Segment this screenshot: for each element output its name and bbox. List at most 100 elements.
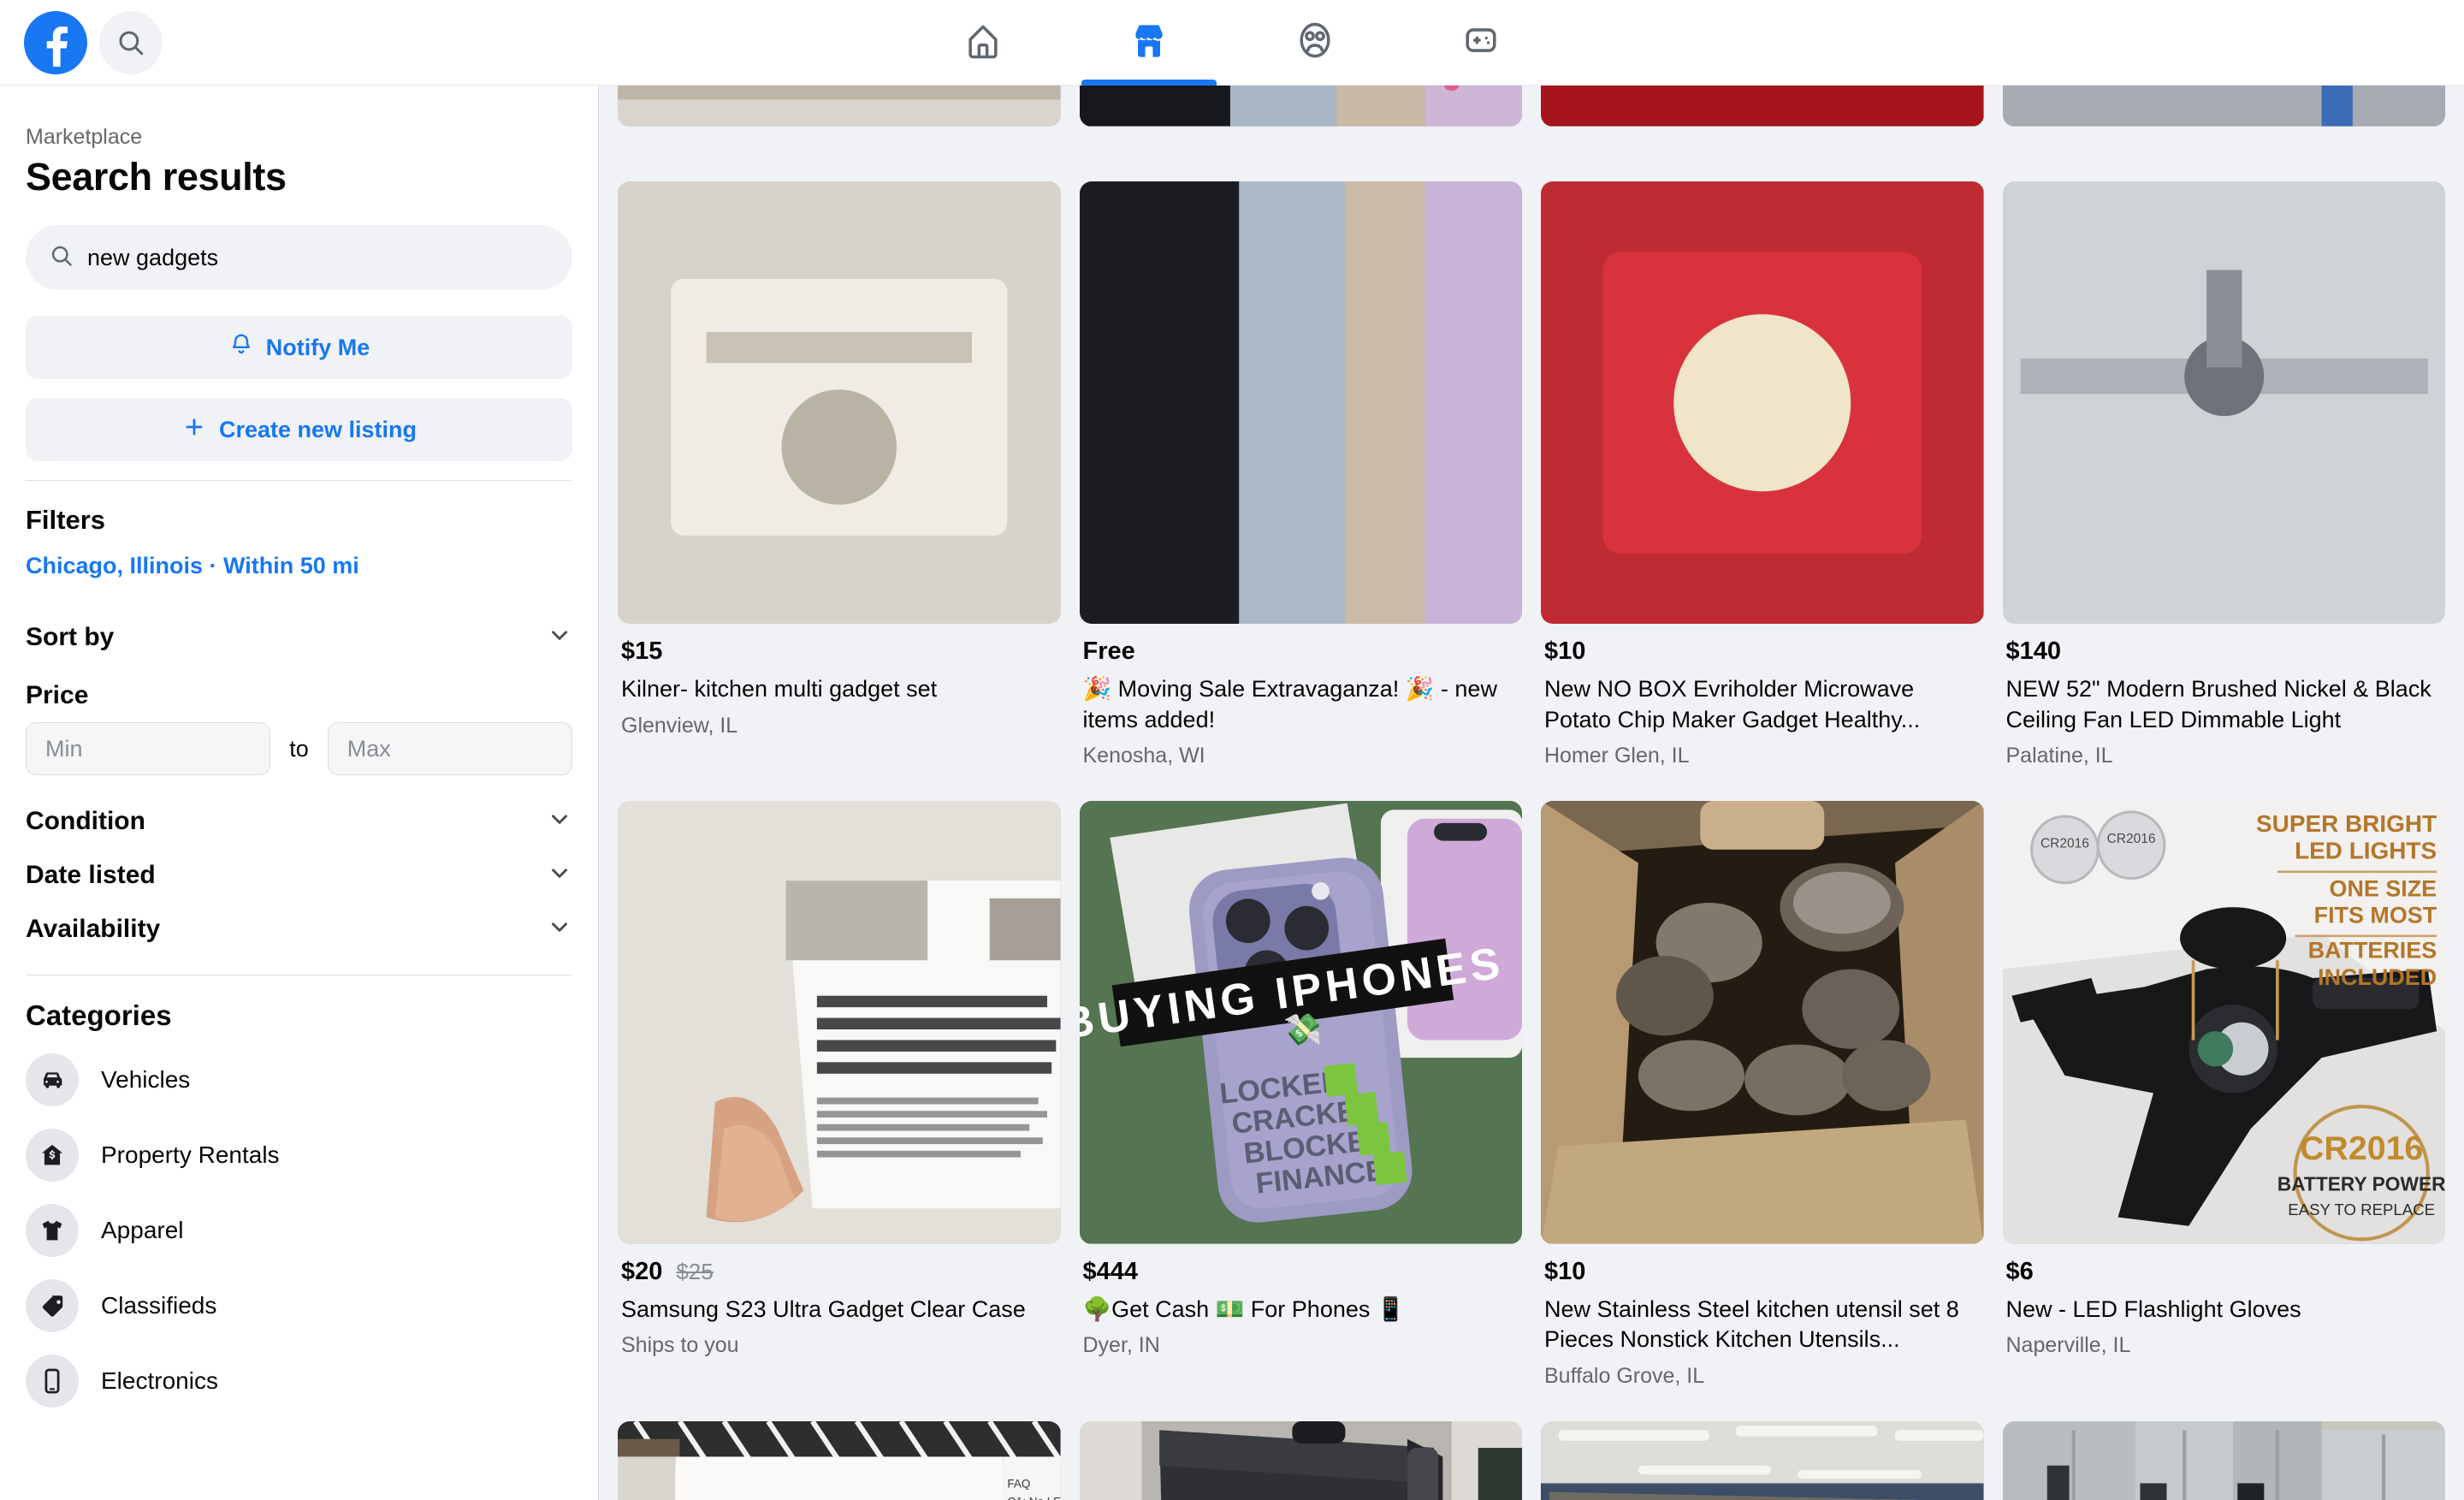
svg-text:Q1: No LED: Q1: No LED — [1007, 1495, 1060, 1500]
category-item-classifieds[interactable]: Classifieds — [26, 1268, 572, 1343]
page-title: Search results — [26, 155, 287, 199]
car-icon — [26, 1053, 79, 1106]
svg-text:BATTERIES: BATTERIES — [2307, 938, 2436, 963]
filter-date-listed[interactable]: Date listed — [26, 848, 572, 902]
search-marketplace-box[interactable] — [26, 225, 572, 290]
dethatcher-box-image: SWIPE SMITH Dethatcher and Scarifier 5 H… — [1541, 1421, 1984, 1500]
tshirt-icon — [26, 1204, 79, 1257]
listing-card[interactable]: CR2016 CR2016 SUPER BRIGHT LED LIGHTS ON… — [2002, 801, 2446, 1421]
category-item-property-rentals[interactable]: Property Rentals — [26, 1118, 572, 1193]
partial-image-red — [1541, 86, 1984, 127]
listing-info: Free 🎉 Moving Sale Extravaganza! 🎉 - new… — [1080, 624, 1523, 801]
listing-info: $6 New - LED Flashlight Gloves Napervill… — [2003, 1244, 2446, 1391]
filter-sort-by-label: Sort by — [26, 622, 115, 651]
listing-card[interactable]: USER MANUAL: 1, Testing Card Reader Conn… — [618, 1421, 1061, 1500]
listing-info: $20 $25 Samsung S23 Ultra Gadget Clear C… — [618, 1244, 1061, 1391]
filter-availability[interactable]: Availability — [26, 902, 572, 956]
listing-price: $10 — [1544, 1257, 1586, 1285]
listing-location: Naperville, IL — [2005, 1333, 2131, 1358]
listing-card[interactable] — [2002, 86, 2446, 181]
category-item-vehicles[interactable]: Vehicles — [26, 1042, 572, 1118]
filter-date-listed-label: Date listed — [26, 860, 156, 889]
listing-info: $10 New Stainless Steel kitchen utensil … — [1541, 1244, 1984, 1421]
listing-location: Dyer, IN — [1082, 1333, 1160, 1358]
listing-thumbnail[interactable] — [1079, 181, 1522, 624]
price-tag-icon — [26, 1279, 79, 1332]
category-item-apparel[interactable]: Apparel — [26, 1193, 572, 1268]
home-icon — [961, 18, 1005, 67]
listing-thumbnail[interactable] — [618, 86, 1061, 127]
create-new-listing-button[interactable]: Create new listing — [26, 398, 572, 461]
location-filter-link[interactable]: Chicago, Illinois · Within 50 mi — [26, 553, 572, 579]
amplivox-travel-case-image: AVAMPLIVOX — [1079, 1421, 1522, 1500]
listing-card[interactable]: $140 NEW 52" Modern Brushed Nickel & Bla… — [2002, 181, 2445, 802]
listing-thumbnail[interactable] — [618, 801, 1061, 1244]
listing-thumbnail[interactable] — [2002, 181, 2445, 624]
svg-text:CR2016: CR2016 — [2300, 1129, 2423, 1167]
nav-tab-home[interactable] — [900, 0, 1066, 86]
category-label: Apparel — [101, 1217, 184, 1243]
price-line: $20 $25 — [621, 1258, 1057, 1286]
listing-thumbnail[interactable] — [1541, 86, 1984, 127]
listing-card[interactable]: $20 $25 Samsung S23 Ultra Gadget Clear C… — [618, 801, 1061, 1421]
filter-condition-label: Condition — [26, 806, 145, 835]
listing-price: $15 — [621, 637, 663, 665]
listing-card[interactable]: $10 New Stainless Steel kitchen utensil … — [1541, 801, 1984, 1421]
tab-underline — [1413, 80, 1549, 86]
notify-me-button[interactable]: Notify Me — [26, 316, 572, 379]
search-input[interactable] — [87, 244, 548, 271]
svg-text:INCLUDED: INCLUDED — [2318, 964, 2437, 990]
listing-card[interactable] — [1541, 86, 1984, 181]
listing-thumbnail[interactable] — [2002, 86, 2445, 127]
listing-info: $444 🌳Get Cash 💵 For Phones 📱 Dyer, IN — [1080, 1244, 1523, 1391]
nav-tab-groups[interactable] — [1232, 0, 1398, 86]
listing-thumbnail[interactable] — [1541, 181, 1984, 624]
price-min-input[interactable] — [26, 722, 271, 775]
price-line: $140 — [2006, 637, 2443, 666]
listing-thumbnail[interactable] — [1079, 86, 1522, 127]
listing-card[interactable]: AVAMPLIVOX $100 $125 NEW AmpliVox Padded… — [1079, 1421, 1522, 1500]
kitchen-utensils-box-image — [1541, 801, 1984, 1244]
listing-card[interactable]: $1 Visit us now ;) Bolingbrook, IL — [2002, 1421, 2445, 1500]
ceiling-fan-image — [2002, 181, 2445, 624]
listing-info — [618, 127, 1061, 181]
nav-tab-gaming[interactable] — [1398, 0, 1564, 86]
listing-thumbnail[interactable]: BUYING IPHONES LOCKED CRACKED BLOCKED FI… — [1079, 801, 1522, 1244]
price-max-input[interactable] — [327, 722, 572, 775]
listing-thumbnail[interactable] — [1541, 801, 1984, 1244]
listing-title: 🎉 Moving Sale Extravaganza! 🎉 - new item… — [1082, 676, 1497, 732]
moving-sale-image — [1079, 181, 1522, 624]
listing-thumbnail[interactable] — [2002, 1421, 2445, 1500]
listing-location: Buffalo Grove, IL — [1544, 1364, 1705, 1388]
price-line: $444 — [1083, 1258, 1519, 1286]
listing-info — [2003, 127, 2446, 181]
category-item-electronics[interactable]: Electronics — [26, 1343, 572, 1419]
price-line: Free — [1083, 637, 1519, 666]
search-icon[interactable] — [99, 10, 163, 74]
svg-text:FAQ: FAQ — [1007, 1478, 1030, 1491]
facebook-logo-icon[interactable] — [24, 10, 87, 74]
listing-thumbnail[interactable]: AVAMPLIVOX — [1079, 1421, 1522, 1500]
svg-text:EASY TO REPLACE: EASY TO REPLACE — [2288, 1201, 2435, 1218]
category-label: Property Rentals — [101, 1141, 280, 1168]
filter-availability-label: Availability — [26, 914, 161, 943]
listing-card[interactable]: BUYING IPHONES LOCKED CRACKED BLOCKED FI… — [1079, 801, 1523, 1421]
filter-condition[interactable]: Condition — [26, 794, 572, 848]
search-results-panel[interactable]: $15 Kilner- kitchen multi gadget set Gle… — [599, 86, 2464, 1500]
listing-thumbnail[interactable] — [618, 181, 1061, 624]
samsung-clear-gadget-case-image — [618, 801, 1061, 1244]
listing-thumbnail[interactable]: USER MANUAL: 1, Testing Card Reader Conn… — [618, 1421, 1061, 1500]
listing-card[interactable]: $15 Kilner- kitchen multi gadget set Gle… — [618, 181, 1061, 802]
listing-card[interactable]: SWIPE SMITH Dethatcher and Scarifier 5 H… — [1541, 1421, 1984, 1500]
house-dollar-icon — [26, 1129, 79, 1182]
gaming-controller-icon — [1459, 18, 1503, 67]
listing-card[interactable] — [1079, 86, 1522, 181]
listing-thumbnail[interactable]: CR2016 CR2016 SUPER BRIGHT LED LIGHTS ON… — [2002, 801, 2445, 1244]
listing-thumbnail[interactable]: SWIPE SMITH Dethatcher and Scarifier 5 H… — [1541, 1421, 1984, 1500]
nav-tab-marketplace[interactable] — [1066, 0, 1232, 86]
listing-card[interactable]: Free 🎉 Moving Sale Extravaganza! 🎉 - new… — [1079, 181, 1523, 802]
listing-card[interactable]: $10 New NO BOX Evriholder Microwave Pota… — [1541, 181, 1984, 802]
listing-card[interactable] — [618, 86, 1061, 181]
filter-sort-by[interactable]: Sort by — [26, 610, 572, 664]
price-to-label: to — [289, 735, 309, 762]
